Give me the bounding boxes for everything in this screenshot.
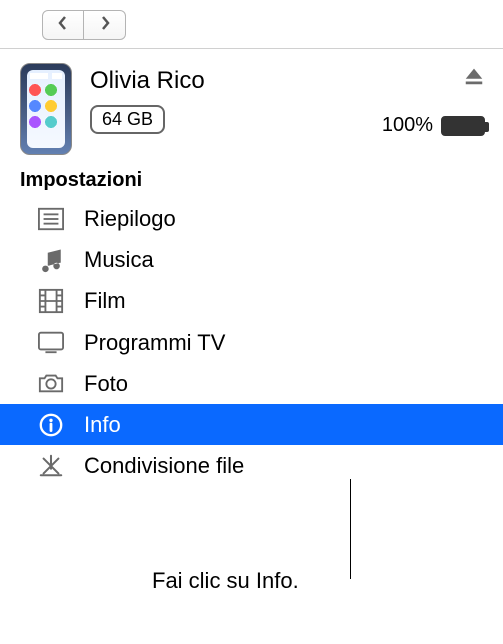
forward-button[interactable]: [84, 10, 126, 40]
back-button[interactable]: [42, 10, 84, 40]
callout-text: Fai clic su Info.: [152, 568, 299, 594]
film-icon: [34, 287, 68, 315]
sidebar-item-label: Condivisione file: [84, 448, 244, 483]
sidebar-item-label: Riepilogo: [84, 201, 176, 236]
device-header: Olivia Rico 64 GB 100%: [0, 49, 503, 165]
toolbar: [0, 0, 503, 49]
chevron-left-icon: [57, 15, 69, 36]
summary-icon: [34, 205, 68, 233]
sidebar-item-file-sharing[interactable]: Condivisione file: [0, 445, 503, 486]
sidebar-item-label: Foto: [84, 366, 128, 401]
device-meta: Olivia Rico 64 GB: [90, 63, 364, 134]
eject-icon[interactable]: [463, 65, 485, 92]
music-icon: [34, 246, 68, 274]
battery-icon: [441, 116, 485, 136]
settings-list: Riepilogo Musica Film Programmi TV Foto …: [0, 196, 503, 486]
settings-section-title: Impostazioni: [0, 165, 503, 196]
info-icon: [34, 411, 68, 439]
sidebar-item-label: Musica: [84, 242, 154, 277]
callout-leader-line: [350, 479, 351, 579]
device-name: Olivia Rico: [90, 67, 364, 95]
sidebar-item-movies[interactable]: Film: [0, 280, 503, 321]
sidebar-item-info[interactable]: Info: [0, 404, 503, 445]
sidebar-item-label: Info: [84, 407, 121, 442]
chevron-right-icon: [99, 15, 111, 36]
sidebar-item-photos[interactable]: Foto: [0, 363, 503, 404]
sidebar-item-label: Programmi TV: [84, 325, 225, 360]
device-thumbnail-icon: [20, 63, 72, 155]
apps-icon: [34, 452, 68, 480]
device-right: 100%: [382, 63, 485, 137]
battery-percent: 100%: [382, 114, 433, 137]
sidebar-item-summary[interactable]: Riepilogo: [0, 198, 503, 239]
tv-icon: [34, 328, 68, 356]
sidebar-item-music[interactable]: Musica: [0, 239, 503, 280]
camera-icon: [34, 369, 68, 397]
storage-badge: 64 GB: [90, 105, 165, 134]
battery-status: 100%: [382, 114, 485, 137]
sidebar-item-tv[interactable]: Programmi TV: [0, 322, 503, 363]
sidebar-item-label: Film: [84, 283, 126, 318]
